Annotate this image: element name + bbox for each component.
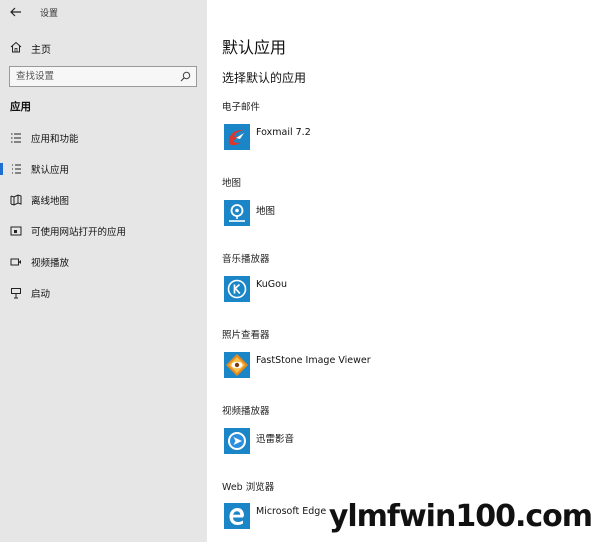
sidebar-item-label: 启动 <box>31 289 51 300</box>
active-indicator <box>0 163 3 175</box>
maps-app-icon <box>224 200 250 226</box>
sidebar-item-label: 可使用网站打开的应用 <box>31 227 127 238</box>
sidebar-item-label: 视频播放 <box>31 258 70 269</box>
search-icon[interactable] <box>180 71 191 82</box>
category-label-web-browser: Web 浏览器 <box>222 482 275 493</box>
app-name: FastStone Image Viewer <box>256 355 371 366</box>
category-label-video-player: 视频播放器 <box>222 406 270 417</box>
sidebar-item-website-apps[interactable]: 可使用网站打开的应用 <box>0 219 207 243</box>
sidebar-item-label: 默认应用 <box>31 165 70 176</box>
website-icon <box>10 226 22 236</box>
sidebar-item-label: 离线地图 <box>31 196 70 207</box>
video-icon <box>10 258 21 266</box>
category-label-maps: 地图 <box>222 178 242 189</box>
page-title: 默认应用 <box>222 38 287 57</box>
section-title-apps: 应用 <box>10 101 31 113</box>
category-label-photo-viewer: 照片查看器 <box>222 330 270 341</box>
sidebar-item-apps-features[interactable]: 应用和功能 <box>0 126 207 150</box>
default-app-music[interactable]: KuGou <box>222 276 482 304</box>
watermark-text: ylmfwin100.com <box>328 499 593 534</box>
home-icon <box>10 41 22 53</box>
app-name: Foxmail 7.2 <box>256 127 311 138</box>
map-icon <box>10 194 22 206</box>
default-app-photo-viewer[interactable]: FastStone Image Viewer <box>222 352 482 380</box>
xunlei-icon <box>224 428 250 454</box>
search-box[interactable] <box>9 66 197 87</box>
home-nav-item[interactable]: 主页 <box>0 37 207 59</box>
list-icon <box>11 133 21 143</box>
app-name: KuGou <box>256 279 287 290</box>
section-subtitle: 选择默认的应用 <box>222 71 307 85</box>
sidebar-item-label: 应用和功能 <box>31 134 79 145</box>
back-arrow-icon[interactable] <box>8 4 24 20</box>
main-panel: 默认应用 选择默认的应用 电子邮件 Foxmail 7.2 地图 地图 音乐播放… <box>207 0 600 542</box>
sidebar-item-default-apps[interactable]: 默认应用 <box>0 157 207 181</box>
default-app-video-player[interactable]: 迅雷影音 <box>222 428 482 456</box>
app-name: 迅雷影音 <box>256 434 295 445</box>
foxmail-icon <box>224 124 250 150</box>
app-name: Microsoft Edge <box>256 506 327 517</box>
kugou-icon <box>224 276 250 302</box>
sidebar-item-video-playback[interactable]: 视频播放 <box>0 250 207 274</box>
sidebar-item-offline-maps[interactable]: 离线地图 <box>0 188 207 212</box>
sidebar: 设置 主页 应用 应用和功能 默认应用 <box>0 0 207 542</box>
edge-icon <box>224 503 250 529</box>
window-title: 设置 <box>40 9 59 19</box>
startup-icon <box>11 288 21 299</box>
default-apps-icon <box>12 164 21 174</box>
search-input[interactable] <box>10 67 176 86</box>
default-app-email[interactable]: Foxmail 7.2 <box>222 124 482 152</box>
title-bar: 设置 <box>0 0 207 24</box>
home-label: 主页 <box>31 45 51 56</box>
default-app-maps[interactable]: 地图 <box>222 200 482 228</box>
category-label-music: 音乐播放器 <box>222 254 270 265</box>
category-label-email: 电子邮件 <box>222 102 261 113</box>
sidebar-item-startup[interactable]: 启动 <box>0 281 207 305</box>
faststone-icon <box>224 352 250 378</box>
app-name: 地图 <box>256 206 276 217</box>
